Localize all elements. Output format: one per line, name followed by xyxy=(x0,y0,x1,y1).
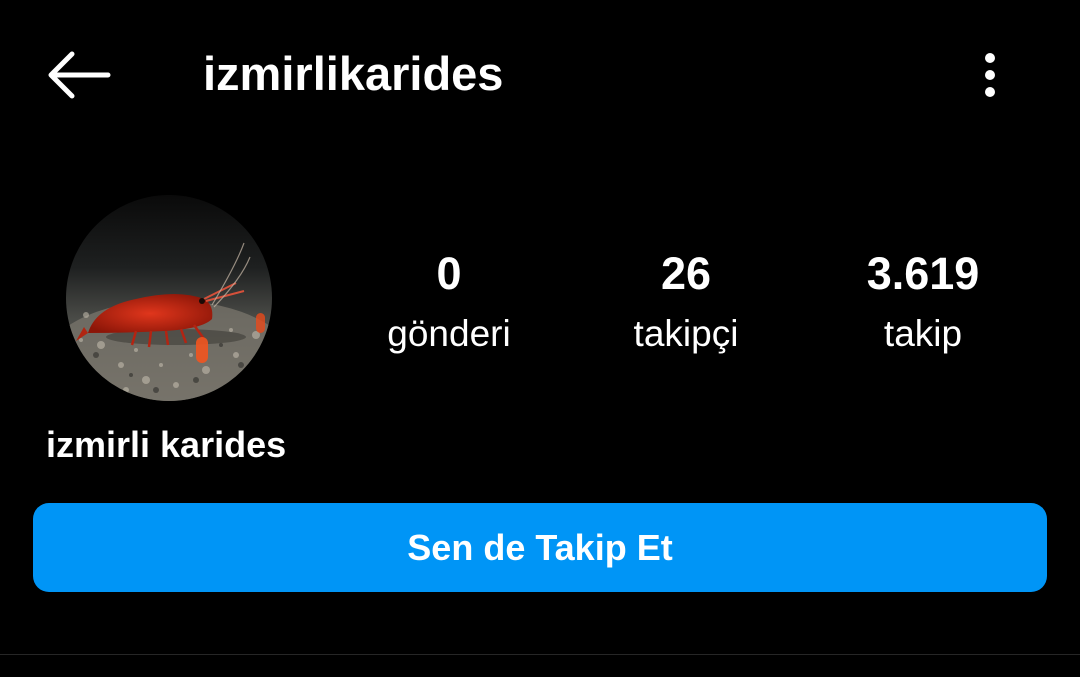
back-button[interactable] xyxy=(40,42,116,108)
divider xyxy=(0,654,1080,655)
followers-stat[interactable]: 26 takipçi xyxy=(566,245,806,359)
vertical-dots-icon xyxy=(985,53,995,97)
top-bar: izmirlikarides xyxy=(0,0,1080,150)
display-name: izmirli karides xyxy=(46,424,287,465)
following-label: takip xyxy=(883,313,963,354)
posts-count: 0 xyxy=(436,248,462,299)
posts-stat[interactable]: 0 gönderi xyxy=(329,245,569,359)
more-options-button[interactable] xyxy=(960,40,1020,110)
followers-label: takipçi xyxy=(633,313,739,354)
avatar[interactable] xyxy=(66,195,272,401)
page-title: izmirlikarides xyxy=(203,47,504,100)
following-count: 3.619 xyxy=(866,248,980,299)
arrow-left-icon xyxy=(48,51,111,99)
red-shrimp-photo xyxy=(66,195,272,401)
followers-count: 26 xyxy=(660,248,712,299)
posts-label: gönderi xyxy=(387,313,511,354)
follow-button[interactable]: Sen de Takip Et xyxy=(33,503,1047,592)
following-stat[interactable]: 3.619 takip xyxy=(803,245,1043,359)
